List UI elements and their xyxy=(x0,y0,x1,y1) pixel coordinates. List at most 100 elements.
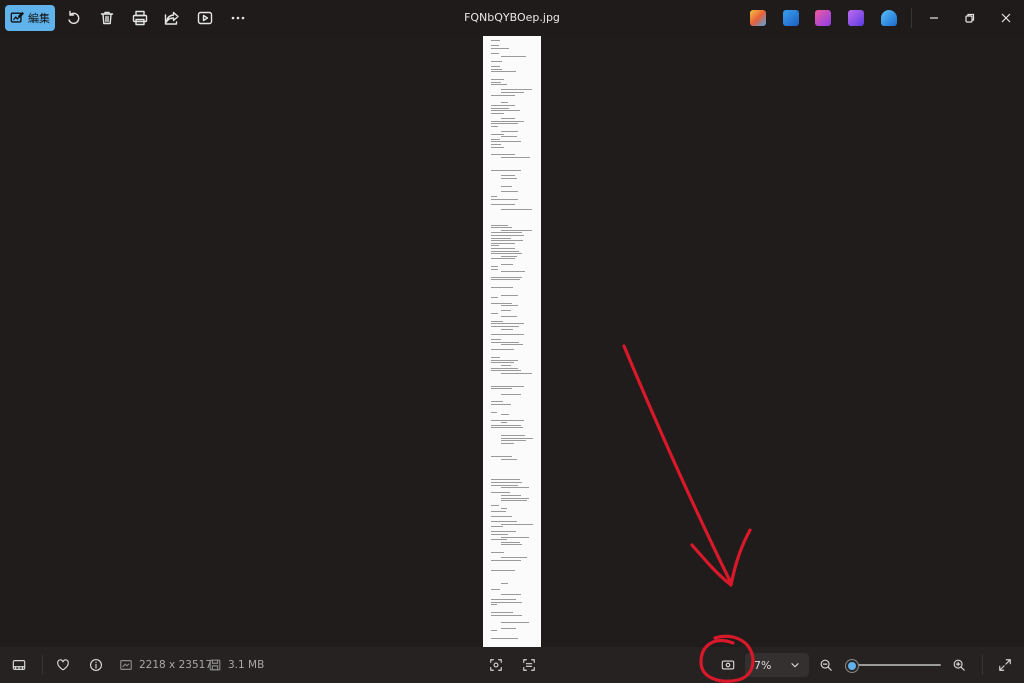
annotation-arrow-head xyxy=(690,528,752,587)
document-text-line xyxy=(501,435,525,437)
document-text-line xyxy=(501,508,507,509)
document-text-line xyxy=(501,458,517,460)
clipchamp-icon[interactable] xyxy=(815,10,831,26)
document-text-line xyxy=(491,419,524,421)
document-text-line xyxy=(491,614,523,616)
document-text-line xyxy=(491,133,505,135)
clip-icon[interactable] xyxy=(848,10,864,26)
document-text-line xyxy=(501,422,508,424)
document-text-line xyxy=(491,146,505,148)
document-text-line xyxy=(501,372,532,374)
document-text-line xyxy=(501,136,518,138)
document-text-line xyxy=(491,333,524,335)
image-preview[interactable] xyxy=(483,36,541,647)
save-disk-icon xyxy=(209,659,221,671)
dimensions-icon-wrap xyxy=(117,656,135,674)
document-text-line xyxy=(491,268,498,270)
filmstrip-button[interactable] xyxy=(10,656,28,674)
visual-search-icon xyxy=(490,659,502,671)
document-text-line xyxy=(491,81,502,83)
document-text-line xyxy=(491,297,498,299)
onedrive-icon[interactable] xyxy=(881,10,897,26)
scan-text-icon xyxy=(523,659,535,671)
document-text-line xyxy=(491,79,504,80)
document-text-line xyxy=(491,552,504,554)
close-button[interactable] xyxy=(994,8,1018,28)
detect-button[interactable] xyxy=(487,656,505,674)
minimize-icon xyxy=(930,17,938,19)
minimize-button[interactable] xyxy=(922,8,946,28)
annotation-arrow-shaft xyxy=(622,344,733,585)
zoom-slider-track[interactable] xyxy=(851,664,941,666)
document-text-line xyxy=(501,255,518,257)
document-text-line xyxy=(501,365,511,366)
document-text-line xyxy=(491,232,523,234)
zoom-dropdown-chevron xyxy=(786,656,804,674)
document-text-line xyxy=(501,271,526,273)
document-text-line xyxy=(491,245,500,247)
fullscreen-divider xyxy=(982,655,983,675)
document-text-line xyxy=(491,560,521,561)
document-text-line xyxy=(491,60,502,62)
zoom-in-button[interactable] xyxy=(950,656,968,674)
document-text-line xyxy=(491,604,498,606)
document-text-line xyxy=(501,55,526,57)
window-title: FQNbQYBOep.jpg xyxy=(464,11,560,24)
document-text-line xyxy=(491,326,520,327)
document-text-line xyxy=(501,294,519,296)
zoom-out-button[interactable] xyxy=(817,656,835,674)
document-text-line xyxy=(491,112,505,114)
document-text-line xyxy=(491,66,501,67)
bottom-divider xyxy=(42,655,43,675)
document-text-line xyxy=(501,315,517,317)
document-text-line xyxy=(491,505,499,507)
restore-button[interactable] xyxy=(958,8,982,28)
document-text-line xyxy=(491,266,498,268)
document-text-line xyxy=(491,250,519,252)
document-text-line xyxy=(501,557,528,559)
fullscreen-button[interactable] xyxy=(996,656,1014,674)
document-text-line xyxy=(501,190,519,192)
document-text-line xyxy=(491,235,525,236)
document-text-line xyxy=(491,427,523,429)
title-bar: 編集 FQNbQYBOep.jpg xyxy=(0,0,1024,36)
document-text-line xyxy=(491,276,523,278)
document-text-line xyxy=(501,229,533,231)
designer-icon[interactable] xyxy=(783,10,799,26)
copilot-icon[interactable] xyxy=(750,10,766,26)
document-text-line xyxy=(491,385,525,387)
actual-size-icon xyxy=(721,660,735,670)
document-text-line xyxy=(491,107,510,109)
document-text-line xyxy=(501,583,508,585)
document-text-line xyxy=(491,237,511,239)
zoom-slider-thumb[interactable] xyxy=(845,659,859,673)
document-text-line xyxy=(491,539,507,541)
document-text-line xyxy=(501,523,533,525)
document-text-line xyxy=(501,440,527,442)
document-text-line xyxy=(491,362,515,364)
document-text-line xyxy=(501,414,510,416)
document-text-line xyxy=(491,84,507,86)
document-text-line xyxy=(491,53,500,54)
document-text-line xyxy=(491,120,525,122)
document-text-line xyxy=(491,411,498,413)
favorite-button[interactable] xyxy=(54,656,72,674)
filesize-icon-wrap xyxy=(206,656,224,674)
document-text-line xyxy=(491,479,520,481)
text-scan-button[interactable] xyxy=(520,656,538,674)
document-text-line xyxy=(491,45,500,47)
document-text-line xyxy=(501,622,530,624)
info-button[interactable] xyxy=(87,656,105,674)
document-text-line xyxy=(491,630,498,632)
document-text-line xyxy=(491,154,516,156)
document-text-line xyxy=(491,141,522,143)
document-text-line xyxy=(501,495,521,496)
document-text-line xyxy=(491,320,504,322)
document-text-line xyxy=(491,258,516,260)
document-text-line xyxy=(491,40,501,41)
document-text-line xyxy=(501,92,524,93)
actual-size-button[interactable] xyxy=(719,656,737,674)
document-text-line xyxy=(491,94,516,96)
document-text-line xyxy=(491,588,501,590)
document-text-line xyxy=(491,367,519,369)
